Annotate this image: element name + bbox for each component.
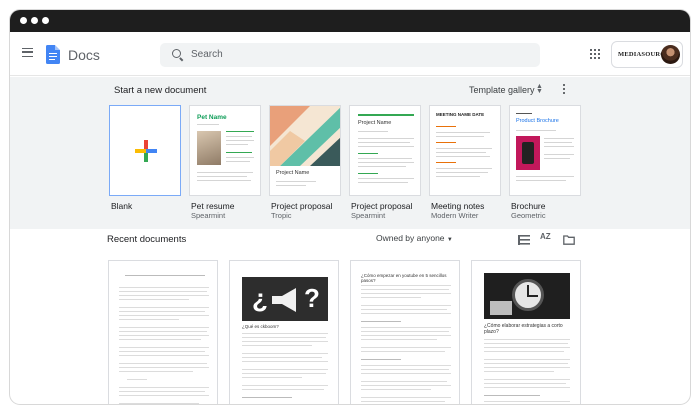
template-thumbnail[interactable]: Project Name (269, 105, 341, 196)
template-name: Blank (111, 201, 133, 211)
template-thumbnail[interactable]: Product Brochure (509, 105, 581, 196)
thumb-title: Product Brochure (516, 118, 559, 124)
doc-image: ¿ ? (242, 277, 328, 321)
search-input[interactable]: Search (191, 49, 223, 60)
account-switcher[interactable]: MEDIASOURCE (611, 41, 683, 68)
template-style: Tropic (271, 211, 292, 220)
recent-doc-card[interactable]: ¿Cómo empezar en youtube en 5 sencillos … (350, 260, 460, 404)
window-maximize-dot[interactable] (42, 17, 49, 24)
template-thumbnail[interactable]: Project Name (349, 105, 421, 196)
template-name: Project proposal (351, 201, 413, 211)
template-style: Modern Writer (431, 211, 479, 220)
template-name: Meeting notes (431, 201, 485, 211)
expand-collapse-icon[interactable]: ▲ ▼ (536, 83, 543, 95)
template-style: Spearmint (351, 211, 386, 220)
template-name: Project proposal (271, 201, 333, 211)
search-box[interactable]: Search (160, 43, 540, 67)
template-thumbnail[interactable] (109, 105, 181, 196)
app-header: Docs Search MEDIASOURCE (10, 32, 690, 76)
sort-az-icon[interactable]: AZ (540, 232, 552, 242)
template-name: Pet resume (191, 201, 235, 211)
recent-doc-card[interactable] (108, 260, 218, 404)
template-style: Spearmint (191, 211, 226, 220)
thumb-title: MEETING NAME DATE (436, 112, 485, 117)
doc-heading: ¿Cómo empezar en youtube en 5 sencillos … (361, 273, 447, 283)
owner-filter-label: Owned by anyone (376, 233, 445, 243)
avatar[interactable] (661, 45, 680, 64)
recent-documents-title: Recent documents (107, 234, 187, 245)
menu-icon[interactable] (22, 48, 33, 57)
folder-icon[interactable] (563, 232, 575, 245)
caret-down-icon: ▼ (446, 237, 453, 243)
megaphone-icon: ¿ (252, 283, 268, 313)
window-minimize-dot[interactable] (31, 17, 38, 24)
tropic-graphic (270, 106, 340, 166)
browser-window: Docs Search MEDIASOURCE Start a new docu… (10, 10, 690, 404)
docs-logo-icon[interactable] (46, 45, 60, 64)
more-options-icon[interactable] (563, 84, 566, 95)
thumb-title: Project Name (276, 170, 310, 176)
template-thumbnail[interactable]: MEETING NAME DATE (429, 105, 501, 196)
thumb-title: Project Name (358, 120, 392, 126)
template-gallery-button[interactable]: Template gallery (469, 85, 535, 95)
template-style: Geometric (511, 211, 546, 220)
doc-heading: ¿Cómo elaborar estrategias a corto plazo… (484, 323, 563, 335)
list-view-icon[interactable] (518, 232, 530, 245)
new-document-section: Start a new document Template gallery ▲ ▼… (10, 77, 690, 229)
doc-heading: ¿Qué es ckboom? (242, 324, 279, 329)
window-close-dot[interactable] (20, 17, 27, 24)
app-name[interactable]: Docs (68, 47, 100, 63)
thumb-title: Pet Name (197, 114, 227, 121)
template-name: Brochure (511, 201, 546, 211)
recent-doc-card[interactable]: ¿Cómo elaborar estrategias a corto plazo… (471, 260, 581, 404)
recent-doc-card[interactable]: ¿ ? ¿Qué es ckboom? (229, 260, 339, 404)
owner-filter-dropdown[interactable]: Owned by anyone ▼ (376, 233, 453, 243)
search-icon[interactable] (172, 49, 181, 58)
apps-grid-icon[interactable] (590, 49, 600, 59)
template-thumbnail[interactable]: Pet Name (189, 105, 261, 196)
doc-image (484, 273, 570, 319)
window-titlebar (10, 10, 690, 32)
section-title: Start a new document (114, 85, 207, 96)
